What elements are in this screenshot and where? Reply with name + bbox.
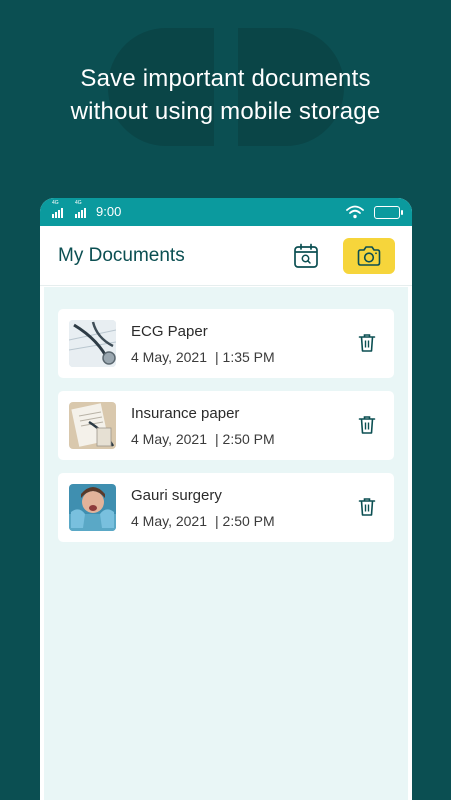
phone-mockup: 4G 4G 9:00 My Documents ECG Paper 4 May,… [40,198,412,800]
promo-headline: Save important documents without using m… [0,62,451,128]
camera-icon [357,246,381,266]
calendar-search-icon [294,243,318,268]
document-meta: 4 May, 2021 | 2:50 PM [131,513,275,529]
document-card[interactable]: ECG Paper 4 May, 2021 | 1:35 PM [58,309,394,378]
document-thumbnail [69,402,116,449]
trash-icon [358,416,376,434]
signal-icon: 4G [52,200,63,218]
battery-icon [374,205,403,219]
document-time: | 2:50 PM [215,431,275,447]
delete-button[interactable] [358,333,376,353]
promo-screen: Save important documents without using m… [0,0,451,800]
camera-button[interactable] [343,238,395,274]
document-time: | 2:50 PM [215,513,275,529]
app-bar: My Documents [40,226,412,286]
document-date: 4 May, 2021 [131,431,208,447]
document-name: ECG Paper [131,323,208,340]
document-thumbnail [69,484,116,531]
document-date: 4 May, 2021 [131,513,208,529]
network-type-1: 4G [52,199,59,206]
document-name: Insurance paper [131,405,240,422]
delete-button[interactable] [358,497,376,517]
trash-icon [358,498,376,516]
headline-line-1: Save important documents [80,65,371,92]
status-bar: 4G 4G 9:00 [40,198,412,226]
document-date: 4 May, 2021 [131,349,208,365]
document-thumbnail [69,320,116,367]
document-card[interactable]: Gauri surgery 4 May, 2021 | 2:50 PM [58,473,394,542]
document-time: | 1:35 PM [215,349,275,365]
headline-line-2: without using mobile storage [70,98,381,125]
document-meta: 4 May, 2021 | 2:50 PM [131,431,275,447]
page-title: My Documents [58,245,185,266]
document-meta: 4 May, 2021 | 1:35 PM [131,349,275,365]
signal-icon: 4G [75,200,86,218]
network-type-2: 4G [75,199,82,206]
document-card[interactable]: Insurance paper 4 May, 2021 | 2:50 PM [58,391,394,460]
trash-icon [358,334,376,352]
status-time: 9:00 [96,204,122,219]
document-name: Gauri surgery [131,487,222,504]
documents-list: ECG Paper 4 May, 2021 | 1:35 PM Insuranc… [44,287,408,800]
wifi-icon [346,205,364,219]
calendar-search-button[interactable] [292,242,320,270]
delete-button[interactable] [358,415,376,435]
